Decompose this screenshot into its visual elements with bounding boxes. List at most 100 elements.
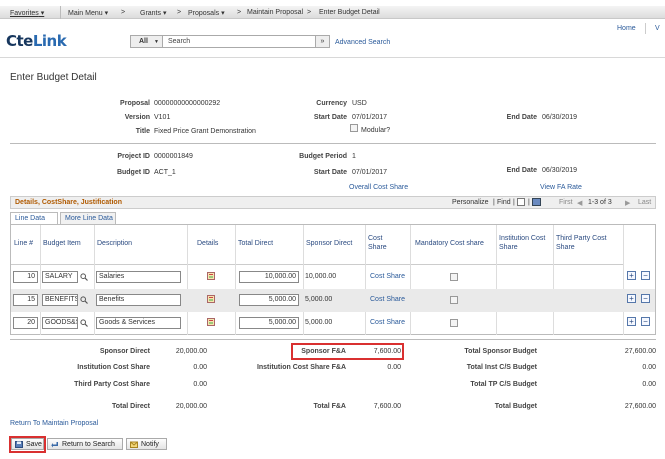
prev-arrow-icon[interactable]: ◀ (577, 199, 582, 207)
search-go-button[interactable]: » (315, 36, 329, 47)
nav-favorites[interactable]: Favorites ▾ (10, 9, 44, 17)
tab-line-data[interactable]: Line Data (10, 212, 58, 224)
budget-item-input[interactable]: BENEFITS (42, 294, 78, 306)
col-header-total-direct: Total Direct (235, 225, 303, 265)
end-date-value: 06/30/2019 (542, 114, 578, 121)
return-to-search-button[interactable]: Return to Search (47, 438, 123, 450)
currency-value: USD (352, 100, 367, 107)
table-row: 15 BENEFITS Benefits 5,000.00 5,000.00 C… (11, 289, 655, 312)
col-header-institution: Institution Cost Share (496, 225, 553, 265)
personalize-link[interactable]: Personalize (452, 199, 489, 206)
mandatory-cost-share-checkbox[interactable] (450, 319, 458, 327)
cost-share-link[interactable]: Cost Share (370, 319, 405, 326)
nav-chevron-icon: > (121, 9, 126, 16)
start-date-value: 07/01/2017 (352, 114, 388, 121)
version-label: Version (124, 114, 150, 121)
view-fa-rate-link[interactable]: View FA Rate (540, 184, 582, 191)
mandatory-cost-share-checkbox[interactable] (450, 273, 458, 281)
delete-row-button[interactable]: − (641, 294, 650, 303)
description-input[interactable]: Salaries (96, 271, 181, 283)
cost-share-link[interactable]: Cost Share (370, 273, 405, 280)
header: CteLink All ▼ Search » Advanced Search Ho… (0, 20, 665, 58)
total-fa-total: 7,600.00 (373, 403, 401, 410)
delete-row-button[interactable]: − (641, 271, 650, 280)
line-number-input[interactable]: 15 (13, 294, 38, 306)
total-fa-label: Total F&A (313, 403, 346, 410)
advanced-search-link[interactable]: Advanced Search (335, 39, 390, 46)
sponsor-fa-total: 7,600.00 (373, 348, 401, 355)
lookup-icon[interactable] (80, 296, 88, 304)
proposal-value: 00000000000000292 (154, 100, 221, 107)
total-direct-input[interactable]: 5,000.00 (239, 317, 299, 329)
start-date-label: Start Date (313, 114, 347, 121)
search-scope-select[interactable]: All ▼ (131, 36, 163, 47)
line-number-input[interactable]: 10 (13, 271, 38, 283)
lookup-icon[interactable] (80, 319, 88, 327)
delete-row-button[interactable]: − (641, 317, 650, 326)
add-row-button[interactable]: + (627, 271, 636, 280)
tab-more-line-data[interactable]: More Line Data (60, 212, 116, 224)
nav-chevron-icon: > (177, 9, 182, 16)
col-header-third-party: Third Party Cost Share (553, 225, 623, 265)
title-value: Fixed Price Grant Demonstration (154, 128, 256, 135)
search-input[interactable]: Search (168, 38, 190, 45)
col-header-description: Description (94, 225, 187, 265)
last-link[interactable]: Last (638, 199, 651, 206)
nav-maintain-proposal[interactable]: Maintain Proposal (247, 9, 303, 16)
budget-item-input[interactable]: SALARY (42, 271, 78, 283)
details-icon[interactable] (207, 295, 215, 303)
table-row: 10 SALARY Salaries 10,000.00 10,000.00 C… (11, 266, 655, 289)
chevron-down-icon: ▼ (154, 39, 159, 45)
details-icon[interactable] (207, 318, 215, 326)
next-arrow-icon[interactable]: ▶ (625, 199, 630, 207)
nav-grants[interactable]: Grants ▾ (140, 9, 166, 17)
overall-cost-share-link[interactable]: Overall Cost Share (349, 184, 408, 191)
col-header-sponsor-direct: Sponsor Direct (303, 225, 365, 265)
details-icon[interactable] (207, 272, 215, 280)
total-direct-input[interactable]: 10,000.00 (239, 271, 299, 283)
find-link[interactable]: Find (497, 199, 511, 206)
nav-main-menu[interactable]: Main Menu ▾ (68, 9, 108, 17)
view-all-icon[interactable] (517, 198, 525, 206)
project-start-label: Start Date (313, 169, 347, 176)
row-range: 1-3 of 3 (588, 199, 612, 206)
project-end-value: 06/30/2019 (542, 167, 578, 174)
institution-cost-share-label: Institution Cost Share (77, 364, 150, 371)
col-header-line: Line # (11, 225, 40, 265)
description-input[interactable]: Benefits (96, 294, 181, 306)
total-tp-cs-label: Total TP C/S Budget (470, 381, 537, 388)
return-to-maintain-proposal-link[interactable]: Return To Maintain Proposal (10, 420, 98, 427)
col-header-details: Details (187, 225, 235, 265)
mandatory-cost-share-checkbox[interactable] (450, 296, 458, 304)
section-divider (10, 143, 656, 144)
header-v-link[interactable]: V (655, 25, 660, 32)
total-inst-cs-value: 0.00 (642, 364, 656, 371)
table-row: 20 GOODS&S Goods & Services 5,000.00 5,0… (11, 312, 655, 335)
budget-id-label: Budget ID (116, 169, 150, 176)
line-number-input[interactable]: 20 (13, 317, 38, 329)
cost-share-link[interactable]: Cost Share (370, 296, 405, 303)
total-direct-input[interactable]: 5,000.00 (239, 294, 299, 306)
institution-cs-fa-label: Institution Cost Share F&A (256, 364, 346, 371)
add-row-button[interactable]: + (627, 294, 636, 303)
total-direct-label: Total Direct (112, 403, 150, 410)
nav-proposals[interactable]: Proposals ▾ (188, 9, 225, 17)
proposal-label: Proposal (120, 100, 150, 107)
budget-period-value: 1 (352, 153, 356, 160)
modular-checkbox[interactable] (350, 124, 358, 132)
grid-sep: | (528, 199, 530, 206)
first-link[interactable]: First (559, 199, 573, 206)
add-row-button[interactable]: + (627, 317, 636, 326)
total-budget-label: Total Budget (494, 403, 537, 410)
download-grid-icon[interactable] (532, 198, 541, 206)
title-label: Title (135, 128, 150, 135)
grid-title: Details, CostShare, Justification (15, 199, 122, 206)
lookup-icon[interactable] (80, 273, 88, 281)
notify-button[interactable]: Notify (126, 438, 167, 450)
budget-item-input[interactable]: GOODS&S (42, 317, 78, 329)
currency-label: Currency (316, 100, 347, 107)
home-link[interactable]: Home (617, 25, 636, 32)
sponsor-direct-label: Sponsor Direct (99, 348, 150, 355)
description-input[interactable]: Goods & Services (96, 317, 181, 329)
save-button[interactable]: Save (11, 438, 44, 450)
